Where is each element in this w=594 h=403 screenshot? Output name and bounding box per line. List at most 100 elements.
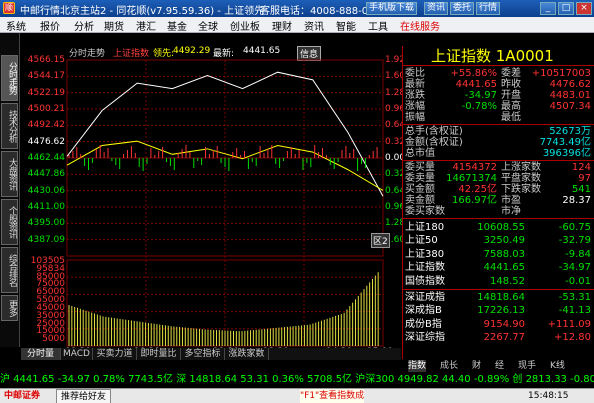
close-button[interactable]: × xyxy=(576,2,592,15)
index-name: 成份B指 xyxy=(405,318,442,330)
index-name: 上证指数 xyxy=(405,262,445,274)
maximize-button[interactable]: □ xyxy=(558,2,574,15)
quote-label: 最新 xyxy=(405,79,425,90)
index-value: 7588.03 xyxy=(483,248,525,260)
vtab-ranking[interactable]: 综合排名 xyxy=(1,247,18,293)
price-axis-label: 4462.44 xyxy=(27,153,65,163)
menu-global[interactable]: 全球 xyxy=(198,18,218,33)
quote-label: 委差 xyxy=(501,68,521,79)
volume-row: 总手(含权证) 52673万 xyxy=(403,126,594,137)
index-row: 上证指数 4441.65 -34.97 xyxy=(403,261,594,274)
price-axis-label: 4522.19 xyxy=(27,87,65,98)
chart-svg xyxy=(66,59,384,347)
tab-advance-decline[interactable]: 涨跌家数 xyxy=(225,348,269,360)
mobile-download-button[interactable]: 手机版下载 xyxy=(366,2,418,15)
menu-wealth[interactable]: 理财 xyxy=(272,18,292,33)
menu-online-service[interactable]: 在线服务 xyxy=(400,18,440,33)
menu-analysis[interactable]: 分析 xyxy=(74,18,94,33)
price-axis-label: 4476.62 xyxy=(27,136,65,147)
menu-smart[interactable]: 智能 xyxy=(336,18,356,33)
menu-system[interactable]: 系统 xyxy=(6,18,26,33)
menu-quote[interactable]: 报价 xyxy=(40,18,60,33)
right-tab-4[interactable]: 现手 xyxy=(518,360,536,372)
window-title: 中邮行情北京主站2 - 同花顺(v7.95.59.36) - 上证领先 xyxy=(20,6,265,17)
menu-bar: 系统 报价 分析 期货 港汇 基金 全球 创业板 理财 资讯 智能 工具 在线服… xyxy=(0,17,594,33)
vtab-stock-news[interactable]: 个股资讯 xyxy=(1,199,18,245)
right-tab-2[interactable]: 财 xyxy=(472,360,481,372)
quote-value: 4483.01 xyxy=(549,90,591,101)
index-value: 9154.90 xyxy=(483,318,525,330)
recommend-button[interactable]: 推荐给好友 xyxy=(56,389,112,403)
index-row: 深成指B 17226.13 -41.13 xyxy=(403,304,594,317)
volume-axis-label: 5000 xyxy=(42,334,65,345)
volume-label: 总手(含权证) xyxy=(405,126,463,137)
index-change: -34.97 xyxy=(558,262,591,274)
menu-tools[interactable]: 工具 xyxy=(368,18,388,33)
tab-volume[interactable]: 分时量 xyxy=(21,348,61,360)
vtab-more[interactable]: 更多 xyxy=(1,295,18,321)
tab-bull-bear[interactable]: 多空指标 xyxy=(181,348,225,360)
volume-row: 金额(含权证) 7743.49亿 xyxy=(403,137,594,148)
quote-row: 涨跌 -34.97 开盘 4483.01 xyxy=(403,90,594,101)
index-row: 成份B指 9154.90 +111.09 xyxy=(403,318,594,331)
order-value: 166.97亿 xyxy=(452,195,497,206)
order-value: 42.25亿 xyxy=(458,184,497,195)
hint-text: "F1"查看指数成 xyxy=(300,389,365,403)
index-row: 上证50 3250.49 -32.79 xyxy=(403,234,594,247)
index-change: -32.79 xyxy=(558,235,591,247)
tab-volume-ratio[interactable]: 即时量比 xyxy=(137,348,181,360)
price-axis-label: 4500.21 xyxy=(27,104,65,114)
price-axis-label: 4566.15 xyxy=(27,55,65,65)
tab-power[interactable]: 买卖力道 xyxy=(93,348,137,360)
menu-futures[interactable]: 期货 xyxy=(104,18,124,33)
clock: 15:48:15 xyxy=(528,391,569,401)
minimize-button[interactable]: _ xyxy=(540,2,556,15)
order-row: 委买量 4154372 上涨家数 124 xyxy=(403,162,594,173)
right-tab-1[interactable]: 成长 xyxy=(440,360,458,372)
order-label: 平盘家数 xyxy=(501,173,541,184)
quote-value: 4441.65 xyxy=(455,79,497,90)
order-label: 市净 xyxy=(501,206,521,217)
index-change: -9.84 xyxy=(565,248,591,260)
news-button[interactable]: 资讯 xyxy=(424,2,449,15)
index-change: +12.80 xyxy=(553,332,591,344)
tab-macd[interactable]: MACD xyxy=(61,348,93,360)
right-tabs: 指数 成长 财 经 现手 K线 xyxy=(402,360,594,372)
quote-label: 最高 xyxy=(501,101,521,112)
order-value: 97 xyxy=(578,173,591,184)
order-value: 124 xyxy=(571,162,591,173)
order-row: 买金额 42.25亿 下跌家数 541 xyxy=(403,184,594,195)
price-axis-label: 4387.09 xyxy=(27,234,65,245)
broker-name: 中邮证券 xyxy=(4,391,41,401)
order-label: 上涨家数 xyxy=(501,162,541,173)
menu-news[interactable]: 资讯 xyxy=(304,18,324,33)
vtab-intraday[interactable]: 分时走势 xyxy=(1,55,18,101)
indicator-tabs: 分时量 MACD 买卖力道 即时量比 多空指标 涨跌家数 xyxy=(21,348,401,360)
trade-button[interactable]: 委托 xyxy=(450,2,475,15)
index-value: 3250.49 xyxy=(483,235,525,247)
price-axis-label: 4492.42 xyxy=(27,120,65,131)
order-value: 28.37 xyxy=(562,195,591,206)
order-value: 14671374 xyxy=(446,173,497,184)
intraday-chart[interactable]: 4566.15 4544.17 4522.19 4500.21 4492.42 4476.… xyxy=(21,46,414,359)
index-change: -53.31 xyxy=(558,292,591,303)
vtab-technical[interactable]: 技术分析 xyxy=(1,103,18,149)
menu-gem[interactable]: 创业板 xyxy=(230,18,260,33)
volume-value: 7743.49亿 xyxy=(539,137,591,148)
order-row: 委买家数 市净 xyxy=(403,206,594,217)
right-tab-5[interactable]: K线 xyxy=(550,360,565,372)
index-row: 上证380 7588.03 -9.84 xyxy=(403,248,594,261)
right-tab-3[interactable]: 经 xyxy=(495,360,504,372)
quote-label: 昨收 xyxy=(501,79,521,90)
quote-label: 涨幅 xyxy=(405,101,425,112)
volume-zone-marker[interactable]: 区2 xyxy=(371,233,390,248)
panel-divider xyxy=(403,218,594,219)
ticker-bar: 沪 4441.65 -34.97 0.78% 7743.5亿 深 14818.6… xyxy=(0,373,594,387)
right-tab-0[interactable]: 指数 xyxy=(408,360,427,372)
price-axis-label: 4395.00 xyxy=(27,218,65,229)
menu-fund[interactable]: 基金 xyxy=(167,18,187,33)
menu-hk[interactable]: 港汇 xyxy=(136,18,156,33)
quote-button[interactable]: 行情 xyxy=(476,2,501,15)
app-icon: 顺 xyxy=(3,2,15,14)
vtab-market-news[interactable]: 大盘资讯 xyxy=(1,151,18,197)
